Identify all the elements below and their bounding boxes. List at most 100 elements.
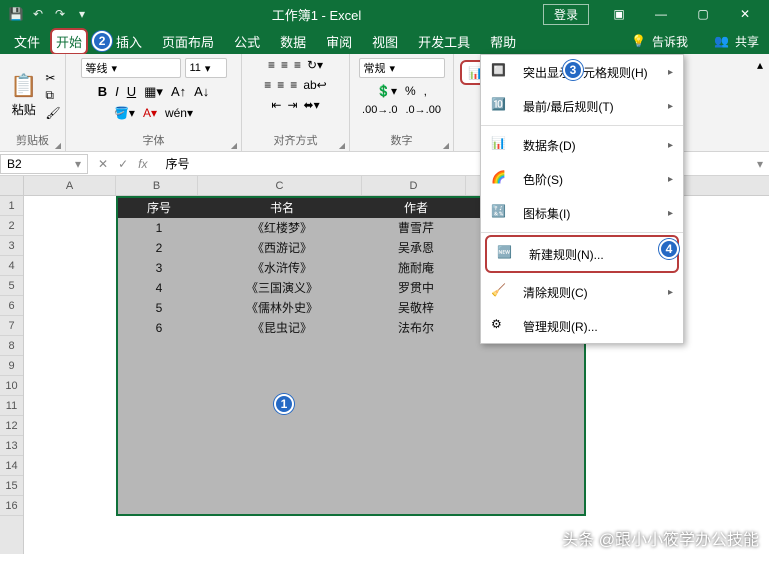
row-header[interactable]: 7 [0,316,23,336]
grow-font-icon[interactable]: A↑ [171,84,186,100]
menu-icon-sets[interactable]: 🔣 图标集(I) ▸ [481,196,683,230]
qat-more-icon[interactable]: ▾ [74,6,90,22]
color-scales-icon: 🌈 [491,170,513,188]
ribbon-display-icon[interactable]: ▣ [599,0,639,28]
group-font-label: 字体 [72,132,235,150]
row-header[interactable]: 14 [0,456,23,476]
align-left-icon[interactable]: ≡ [264,78,271,92]
login-button[interactable]: 登录 [543,4,589,25]
orientation-icon[interactable]: ↻▾ [307,58,323,72]
menu-data-bars[interactable]: 📊 数据条(D) ▸ [481,128,683,162]
row-header[interactable]: 6 [0,296,23,316]
group-font: 等线▾ 11▾ B I U ▦▾ A↑ A↓ 🪣▾ A▾ wén▾ 字体 [66,54,242,151]
col-header[interactable]: A [24,176,116,195]
row-header[interactable]: 9 [0,356,23,376]
tab-developer[interactable]: 开发工具 [408,28,480,55]
name-box[interactable]: B2▾ [0,154,88,174]
menu-color-scales[interactable]: 🌈 色阶(S) ▸ [481,162,683,196]
row-headers: 1 2 3 4 5 6 7 8 9 10 11 12 13 14 15 16 [0,196,24,554]
col-header[interactable]: D [362,176,466,195]
cancel-formula-icon[interactable]: ✕ [98,157,108,171]
callout-1: 1 [274,394,294,414]
tab-data[interactable]: 数据 [270,28,316,55]
redo-icon[interactable]: ↷ [52,6,68,22]
phonetic-button[interactable]: wén▾ [165,106,193,120]
underline-button[interactable]: U [127,84,136,100]
align-right-icon[interactable]: ≡ [290,78,297,92]
copy-icon[interactable]: ⧉ [45,88,60,103]
row-header[interactable]: 2 [0,216,23,236]
row-header[interactable]: 4 [0,256,23,276]
row-header[interactable]: 1 [0,196,23,216]
data-bars-icon: 📊 [491,136,513,154]
tab-formulas[interactable]: 公式 [224,28,270,55]
row-header[interactable]: 10 [0,376,23,396]
merge-button[interactable]: ⬌▾ [304,98,320,112]
save-icon[interactable]: 💾 [8,6,24,22]
accounting-icon[interactable]: 💲▾ [376,84,397,98]
col-header[interactable]: C [198,176,362,195]
border-button[interactable]: ▦▾ [144,84,163,100]
fill-color-button[interactable]: 🪣▾ [114,106,135,120]
menu-clear-rules[interactable]: 🧹 清除规则(C) ▸ [481,275,683,309]
menu-new-rule[interactable]: 🆕 新建规则(N)... 4 [485,235,679,273]
group-clipboard: 📋 粘贴 ✂ ⧉ 🖌 剪贴板 [0,54,66,151]
close-icon[interactable]: ✕ [725,0,765,28]
tab-file[interactable]: 文件 [4,28,50,55]
col-header[interactable]: B [116,176,198,195]
wrap-text-icon[interactable]: ab↩ [303,78,326,92]
row-header[interactable]: 13 [0,436,23,456]
row-header[interactable]: 15 [0,476,23,496]
row-header[interactable]: 11 [0,396,23,416]
clear-rules-icon: 🧹 [491,283,513,301]
tab-view[interactable]: 视图 [362,28,408,55]
format-painter-icon[interactable]: 🖌 [45,106,60,120]
undo-icon[interactable]: ↶ [30,6,46,22]
window-title: 工作簿1 - Excel [90,5,543,24]
row-header[interactable]: 12 [0,416,23,436]
group-align-label: 对齐方式 [248,132,343,150]
tab-review[interactable]: 审阅 [316,28,362,55]
font-size-select[interactable]: 11▾ [185,58,227,78]
ribbon-collapse-icon[interactable]: ▴ [757,58,763,72]
font-color-button[interactable]: A▾ [143,106,157,120]
paste-button[interactable]: 📋 粘贴 [6,71,41,120]
fx-icon[interactable]: fx [138,157,147,171]
percent-icon[interactable]: % [405,84,416,98]
tab-home[interactable]: 开始 [50,28,88,55]
cut-icon[interactable]: ✂ [45,71,60,85]
tab-help[interactable]: 帮助 [480,28,526,55]
submenu-arrow-icon: ▸ [668,101,673,112]
row-header[interactable]: 8 [0,336,23,356]
tell-me[interactable]: 告诉我 [652,33,688,50]
align-top-icon[interactable]: ≡ [268,58,275,72]
menu-top-bottom-rules[interactable]: 🔟 最前/最后规则(T) ▸ [481,89,683,123]
group-clipboard-label: 剪贴板 [6,132,59,150]
tab-pagelayout[interactable]: 页面布局 [152,28,224,55]
italic-button[interactable]: I [115,84,119,100]
tab-insert[interactable]: 插入 [106,28,152,55]
inc-decimal-icon[interactable]: .00→.0 [362,104,397,116]
comma-icon[interactable]: , [424,84,427,98]
select-all-corner[interactable] [0,176,24,196]
bold-button[interactable]: B [98,84,107,100]
align-center-icon[interactable]: ≡ [277,78,284,92]
expand-formula-bar-icon[interactable]: ▾ [751,157,769,171]
share-button[interactable]: 共享 [735,33,759,50]
inc-indent-icon[interactable]: ⇥ [287,98,297,112]
maximize-icon[interactable]: ▢ [683,0,723,28]
align-mid-icon[interactable]: ≡ [281,58,288,72]
menu-manage-rules[interactable]: ⚙ 管理规则(R)... [481,309,683,343]
font-family-select[interactable]: 等线▾ [81,58,181,78]
ribbon: 📋 粘贴 ✂ ⧉ 🖌 剪贴板 等线▾ 11▾ B I U ▦▾ A↑ A↓ [0,54,769,152]
dec-indent-icon[interactable]: ⇤ [271,98,281,112]
row-header[interactable]: 3 [0,236,23,256]
row-header[interactable]: 16 [0,496,23,516]
shrink-font-icon[interactable]: A↓ [194,84,209,100]
dec-decimal-icon[interactable]: .0→.00 [406,104,441,116]
row-header[interactable]: 5 [0,276,23,296]
accept-formula-icon[interactable]: ✓ [118,157,128,171]
align-bot-icon[interactable]: ≡ [294,58,301,72]
number-format-select[interactable]: 常规▾ [359,58,445,78]
minimize-icon[interactable]: — [641,0,681,28]
